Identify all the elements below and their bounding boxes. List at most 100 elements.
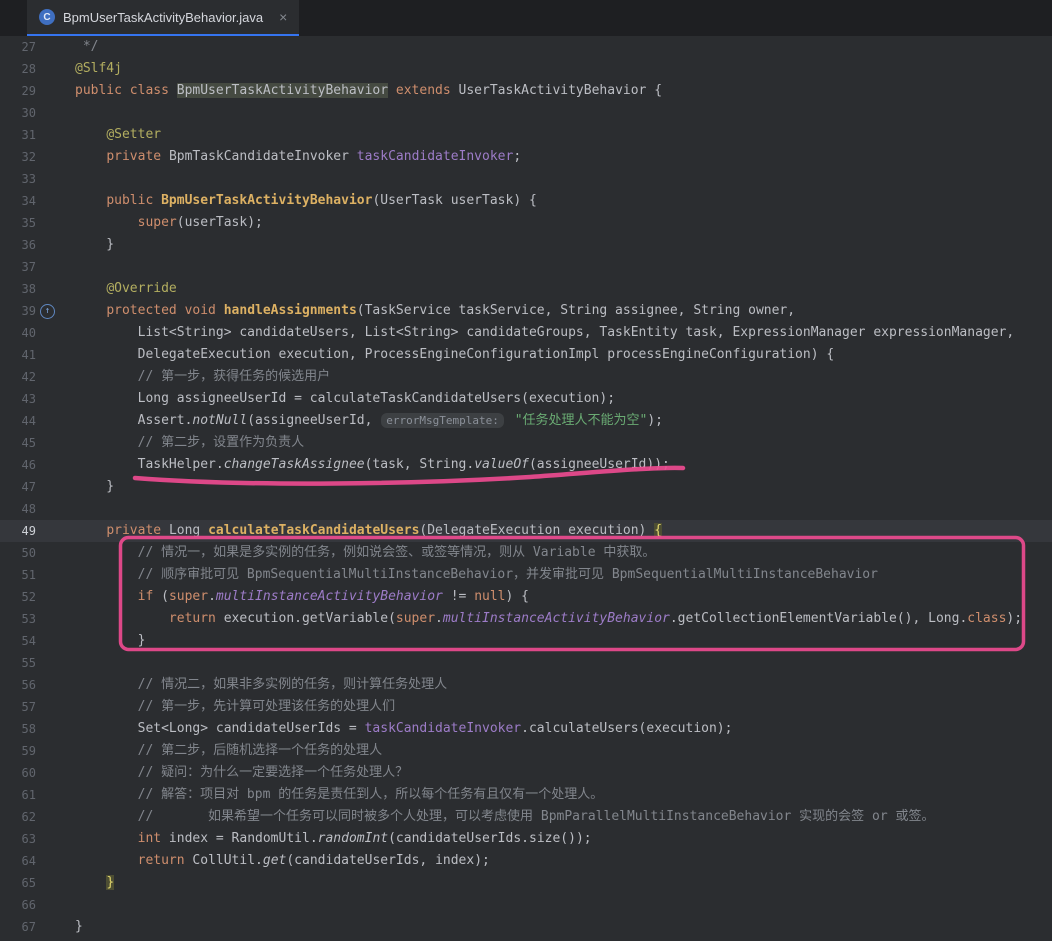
code-line[interactable]: @Slf4j bbox=[56, 58, 1052, 80]
code-row[interactable]: 34 public BpmUserTaskActivityBehavior(Us… bbox=[0, 190, 1052, 212]
code-row[interactable]: 48 bbox=[0, 498, 1052, 520]
code-line[interactable]: // 情况二，如果非多实例的任务，则计算任务处理人 bbox=[56, 674, 1052, 696]
code-row[interactable]: 36 } bbox=[0, 234, 1052, 256]
code-line[interactable]: @Override bbox=[56, 278, 1052, 300]
code-line[interactable]: Long assigneeUserId = calculateTaskCandi… bbox=[56, 388, 1052, 410]
line-number[interactable]: 39 bbox=[0, 300, 36, 322]
line-number[interactable]: 40 bbox=[0, 322, 36, 344]
code-line[interactable] bbox=[56, 256, 1052, 278]
code-line[interactable] bbox=[56, 652, 1052, 674]
code-line[interactable] bbox=[56, 894, 1052, 916]
line-number[interactable]: 29 bbox=[0, 80, 36, 102]
code-line[interactable]: Set<Long> candidateUserIds = taskCandida… bbox=[56, 718, 1052, 740]
code-line[interactable]: // 解答：项目对 bpm 的任务是责任到人，所以每个任务有且仅有一个处理人。 bbox=[56, 784, 1052, 806]
line-number[interactable]: 61 bbox=[0, 784, 36, 806]
line-number[interactable]: 53 bbox=[0, 608, 36, 630]
line-number[interactable]: 51 bbox=[0, 564, 36, 586]
code-line[interactable]: public BpmUserTaskActivityBehavior(UserT… bbox=[56, 190, 1052, 212]
line-number[interactable]: 52 bbox=[0, 586, 36, 608]
code-row[interactable]: 52 if (super.multiInstanceActivityBehavi… bbox=[0, 586, 1052, 608]
code-row[interactable]: 29public class BpmUserTaskActivityBehavi… bbox=[0, 80, 1052, 102]
line-number[interactable]: 64 bbox=[0, 850, 36, 872]
line-number[interactable]: 56 bbox=[0, 674, 36, 696]
code-row[interactable]: 55 bbox=[0, 652, 1052, 674]
code-line[interactable]: // 疑问：为什么一定要选择一个任务处理人？ bbox=[56, 762, 1052, 784]
line-number[interactable]: 48 bbox=[0, 498, 36, 520]
code-row[interactable]: 44 Assert.notNull(assigneeUserId, errorM… bbox=[0, 410, 1052, 432]
code-row[interactable]: 45 // 第二步，设置作为负责人 bbox=[0, 432, 1052, 454]
code-row[interactable]: 40 List<String> candidateUsers, List<Str… bbox=[0, 322, 1052, 344]
code-line[interactable]: } bbox=[56, 476, 1052, 498]
code-line[interactable]: // 第二步，设置作为负责人 bbox=[56, 432, 1052, 454]
code-row[interactable]: 42 // 第一步，获得任务的候选用户 bbox=[0, 366, 1052, 388]
line-number[interactable]: 36 bbox=[0, 234, 36, 256]
line-number[interactable]: 38 bbox=[0, 278, 36, 300]
code-row[interactable]: 49 private Long calculateTaskCandidateUs… bbox=[0, 520, 1052, 542]
code-row[interactable]: 43 Long assigneeUserId = calculateTaskCa… bbox=[0, 388, 1052, 410]
code-row[interactable]: 62 // 如果希望一个任务可以同时被多个人处理，可以考虑使用 BpmParal… bbox=[0, 806, 1052, 828]
line-number[interactable]: 62 bbox=[0, 806, 36, 828]
code-line[interactable] bbox=[56, 102, 1052, 124]
code-line[interactable]: @Setter bbox=[56, 124, 1052, 146]
code-line[interactable]: } bbox=[56, 916, 1052, 938]
line-number[interactable]: 33 bbox=[0, 168, 36, 190]
line-number[interactable]: 65 bbox=[0, 872, 36, 894]
code-line[interactable]: TaskHelper.changeTaskAssignee(task, Stri… bbox=[56, 454, 1052, 476]
code-line[interactable]: */ bbox=[56, 36, 1052, 58]
line-number[interactable]: 42 bbox=[0, 366, 36, 388]
code-row[interactable]: 31 @Setter bbox=[0, 124, 1052, 146]
code-line[interactable]: // 第一步，获得任务的候选用户 bbox=[56, 366, 1052, 388]
line-number[interactable]: 30 bbox=[0, 102, 36, 124]
line-number[interactable]: 57 bbox=[0, 696, 36, 718]
code-row[interactable]: 54 } bbox=[0, 630, 1052, 652]
line-number[interactable]: 32 bbox=[0, 146, 36, 168]
code-line[interactable] bbox=[56, 168, 1052, 190]
code-row[interactable]: 59 // 第二步，后随机选择一个任务的处理人 bbox=[0, 740, 1052, 762]
override-method-icon[interactable]: ↑ bbox=[36, 300, 56, 322]
line-number[interactable]: 41 bbox=[0, 344, 36, 366]
line-number[interactable]: 63 bbox=[0, 828, 36, 850]
line-number[interactable]: 54 bbox=[0, 630, 36, 652]
line-number[interactable]: 31 bbox=[0, 124, 36, 146]
line-number[interactable]: 55 bbox=[0, 652, 36, 674]
code-row[interactable]: 50 // 情况一，如果是多实例的任务，例如说会签、或签等情况，则从 Varia… bbox=[0, 542, 1052, 564]
code-line[interactable]: // 情况一，如果是多实例的任务，例如说会签、或签等情况，则从 Variable… bbox=[56, 542, 1052, 564]
code-row[interactable]: 66 bbox=[0, 894, 1052, 916]
tab-close-icon[interactable]: × bbox=[279, 10, 287, 24]
code-row[interactable]: 46 TaskHelper.changeTaskAssignee(task, S… bbox=[0, 454, 1052, 476]
line-number[interactable]: 35 bbox=[0, 212, 36, 234]
line-number[interactable]: 49 bbox=[0, 520, 36, 542]
line-number[interactable]: 37 bbox=[0, 256, 36, 278]
code-row[interactable]: 28 @Slf4j bbox=[0, 58, 1052, 80]
code-row[interactable]: 53 return execution.getVariable(super.mu… bbox=[0, 608, 1052, 630]
code-row[interactable]: 38 @Override bbox=[0, 278, 1052, 300]
code-line[interactable]: Assert.notNull(assigneeUserId, errorMsgT… bbox=[56, 410, 1052, 432]
code-row[interactable]: 51 // 顺序审批可见 BpmSequentialMultiInstanceB… bbox=[0, 564, 1052, 586]
code-line[interactable]: // 顺序审批可见 BpmSequentialMultiInstanceBeha… bbox=[56, 564, 1052, 586]
code-line[interactable]: if (super.multiInstanceActivityBehavior … bbox=[56, 586, 1052, 608]
line-number[interactable]: 28 bbox=[0, 58, 36, 80]
code-line[interactable]: return CollUtil.get(candidateUserIds, in… bbox=[56, 850, 1052, 872]
code-row[interactable]: 57 // 第一步，先计算可处理该任务的处理人们 bbox=[0, 696, 1052, 718]
line-number[interactable]: 34 bbox=[0, 190, 36, 212]
line-number[interactable]: 46 bbox=[0, 454, 36, 476]
override-arrow-icon[interactable]: ↑ bbox=[40, 304, 55, 319]
code-line[interactable]: DelegateExecution execution, ProcessEngi… bbox=[56, 344, 1052, 366]
code-row[interactable]: 65 } bbox=[0, 872, 1052, 894]
line-number[interactable]: 66 bbox=[0, 894, 36, 916]
line-number[interactable]: 50 bbox=[0, 542, 36, 564]
line-number[interactable]: 27 bbox=[0, 36, 36, 58]
code-row[interactable]: 30 bbox=[0, 102, 1052, 124]
line-number[interactable]: 43 bbox=[0, 388, 36, 410]
line-number[interactable]: 47 bbox=[0, 476, 36, 498]
code-row[interactable]: 47 } bbox=[0, 476, 1052, 498]
line-number[interactable]: 58 bbox=[0, 718, 36, 740]
code-row[interactable]: 67} bbox=[0, 916, 1052, 938]
line-number[interactable]: 45 bbox=[0, 432, 36, 454]
code-line[interactable]: // 第二步，后随机选择一个任务的处理人 bbox=[56, 740, 1052, 762]
code-row[interactable]: 41 DelegateExecution execution, ProcessE… bbox=[0, 344, 1052, 366]
code-line[interactable]: protected void handleAssignments(TaskSer… bbox=[56, 300, 1052, 322]
code-row[interactable]: 32 private BpmTaskCandidateInvoker taskC… bbox=[0, 146, 1052, 168]
code-line[interactable]: List<String> candidateUsers, List<String… bbox=[56, 322, 1052, 344]
editor[interactable]: 27 */ 28 @Slf4j29public class BpmUserTaskA… bbox=[0, 36, 1052, 941]
